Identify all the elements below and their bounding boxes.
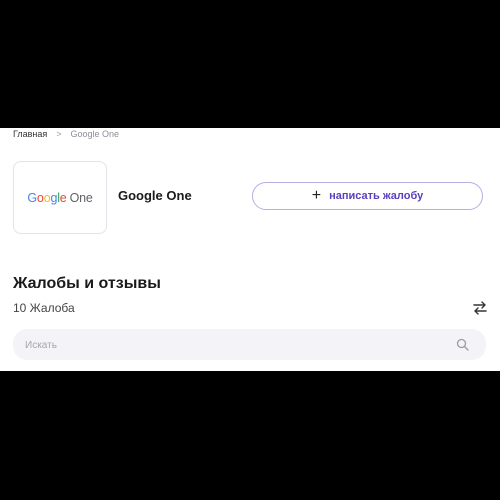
complaint-count: 10 Жалоба: [13, 301, 75, 315]
breadcrumb-separator: >: [56, 129, 62, 139]
write-complaint-label: написать жалобу: [329, 190, 424, 202]
section-title: Жалобы и отзывы: [13, 275, 161, 292]
breadcrumb-current: Google One: [70, 129, 120, 139]
breadcrumb-home-link[interactable]: Главная: [13, 129, 47, 139]
company-logo: Google One: [13, 161, 107, 234]
search-bar: [13, 329, 486, 362]
google-logo-wordmark: Google: [27, 190, 67, 205]
search-icon[interactable]: [456, 338, 469, 351]
plus-icon: +: [311, 187, 322, 204]
write-complaint-button[interactable]: + написать жалобу: [252, 182, 483, 210]
company-name: Google One: [118, 188, 192, 203]
search-input[interactable]: [23, 329, 447, 362]
logo-suffix: One: [69, 190, 93, 205]
page-viewport: Главная > Google One Google One Google O…: [0, 128, 500, 371]
breadcrumb: Главная > Google One: [13, 128, 119, 140]
sort-filter-icon[interactable]: [472, 301, 488, 315]
